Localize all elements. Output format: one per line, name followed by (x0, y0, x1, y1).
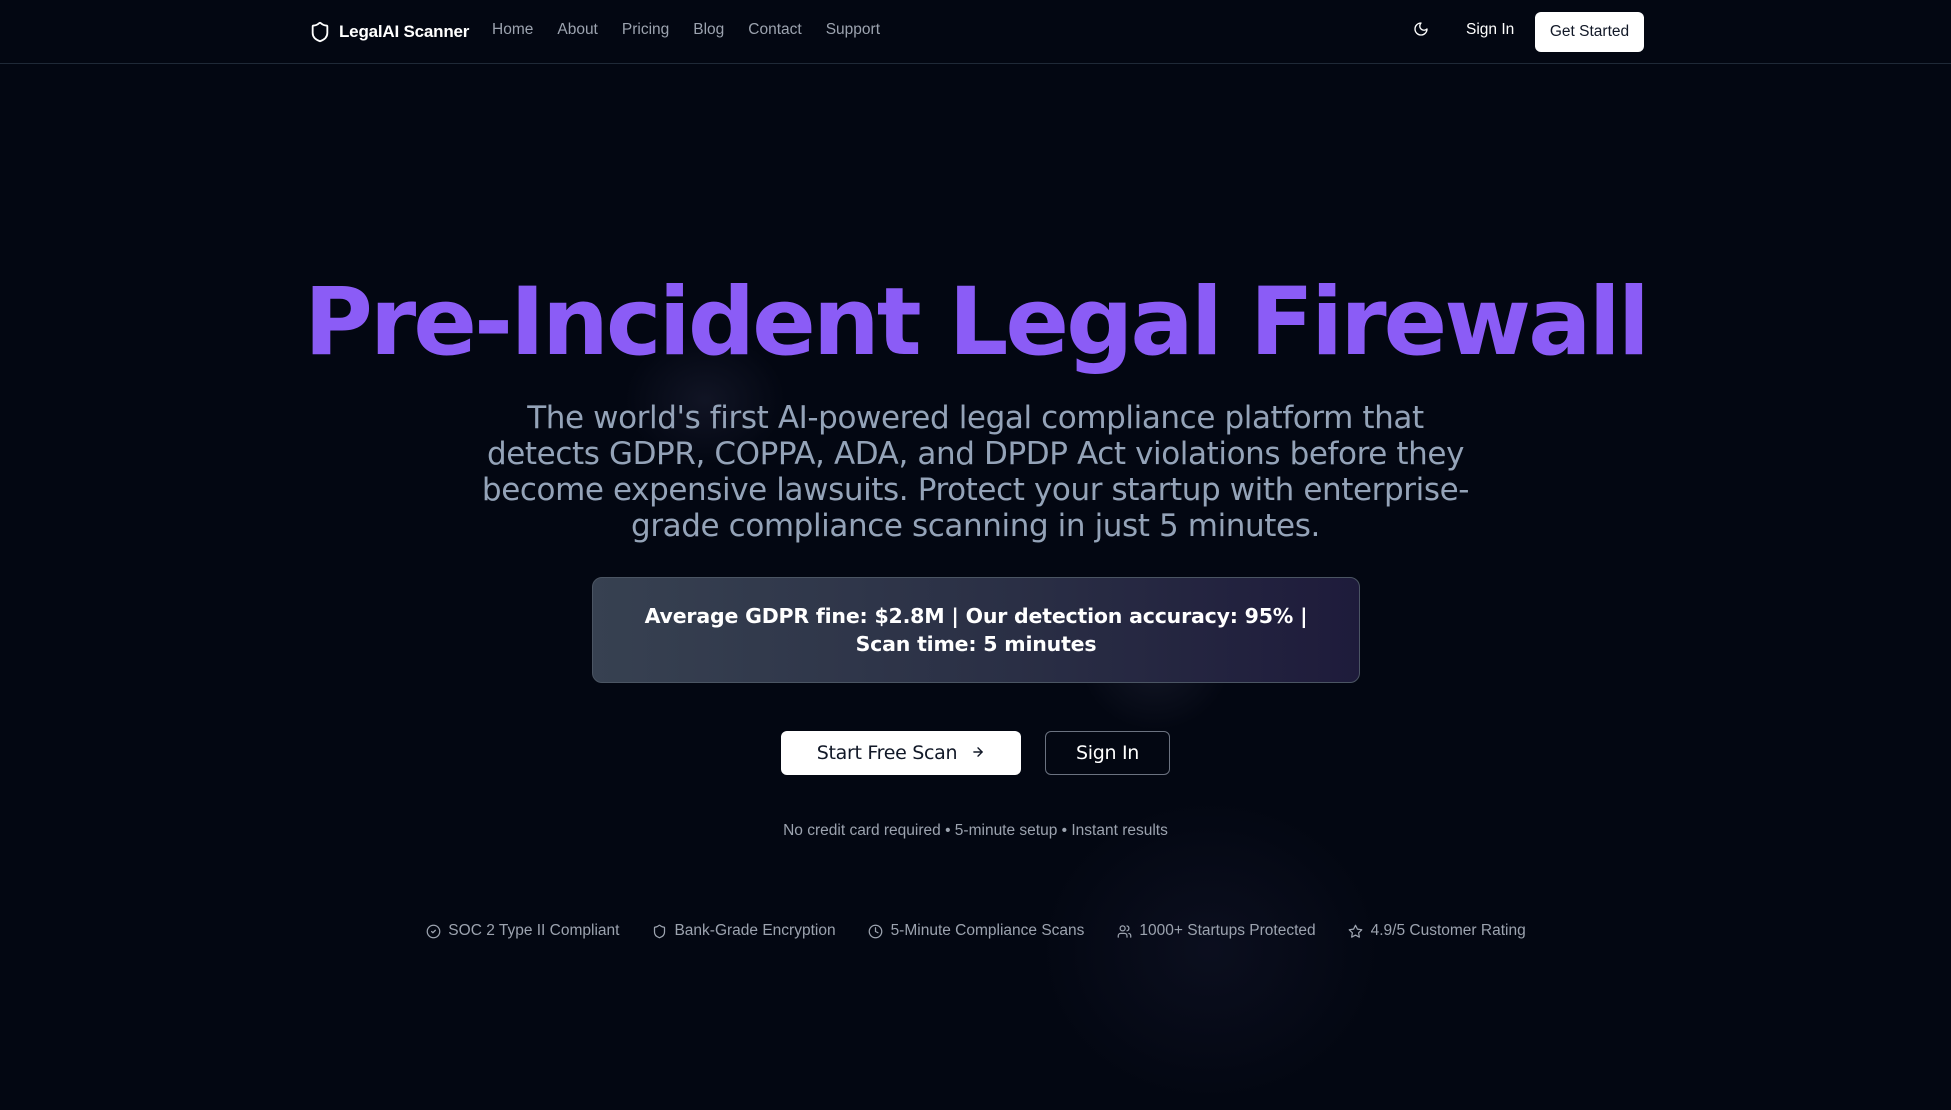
nav-link-support[interactable]: Support (826, 21, 880, 39)
stats-text: Average GDPR fine: $2.8M | Our detection… (644, 604, 1308, 656)
badge-startups: 1000+ Startups Protected (1116, 922, 1316, 940)
nav-link-contact[interactable]: Contact (748, 21, 801, 39)
nav-sign-in-button[interactable]: Sign In (1466, 21, 1514, 39)
stats-callout: Average GDPR fine: $2.8M | Our detection… (592, 577, 1360, 683)
brand-name: LegalAI Scanner (339, 22, 470, 41)
start-free-scan-label: Start Free Scan (816, 742, 958, 764)
start-free-scan-button[interactable]: Start Free Scan (781, 731, 1021, 775)
hero-subtitle: The world's first AI-powered legal compl… (481, 400, 1470, 544)
badge-scan-time: 5-Minute Compliance Scans (868, 922, 1085, 940)
badge-encryption: Bank-Grade Encryption (651, 922, 836, 940)
badge-rating: 4.9/5 Customer Rating (1348, 922, 1526, 940)
users-icon (1116, 923, 1132, 939)
check-circle-icon (425, 923, 441, 939)
nav-link-about[interactable]: About (557, 21, 598, 39)
main-nav: Home About Pricing Blog Contact Support (492, 21, 880, 39)
badge-label: 5-Minute Compliance Scans (890, 922, 1085, 939)
badge-label: 4.9/5 Customer Rating (1370, 922, 1526, 939)
moon-icon (1413, 21, 1429, 41)
shield-icon (309, 20, 331, 44)
badge-label: Bank-Grade Encryption (674, 922, 836, 939)
arrow-right-icon (971, 744, 985, 763)
nav-link-home[interactable]: Home (492, 21, 533, 39)
badge-label: 1000+ Startups Protected (1139, 922, 1316, 939)
theme-toggle-button[interactable] (1408, 18, 1434, 44)
signup-note: No credit card required • 5-minute setup… (783, 822, 1168, 839)
nav-link-pricing[interactable]: Pricing (622, 21, 669, 39)
hero-sign-in-button[interactable]: Sign In (1045, 731, 1170, 775)
brand-logo[interactable]: LegalAI Scanner (309, 20, 469, 44)
landing-page: LegalAI Scanner Home About Pricing Blog … (0, 0, 1951, 1110)
clock-icon (868, 923, 884, 939)
badge-soc2: SOC 2 Type II Compliant (425, 922, 619, 940)
hero-title: Pre-Incident Legal Firewall (303, 268, 1650, 377)
shield-icon (651, 923, 667, 939)
trust-badges: SOC 2 Type II Compliant Bank-Grade Encry… (0, 922, 1951, 940)
get-started-button[interactable]: Get Started (1535, 12, 1644, 52)
background-glow (1040, 800, 1380, 1100)
nav-link-blog[interactable]: Blog (693, 21, 724, 39)
top-navbar: LegalAI Scanner Home About Pricing Blog … (0, 0, 1951, 64)
badge-label: SOC 2 Type II Compliant (448, 922, 620, 939)
star-icon (1348, 923, 1364, 939)
